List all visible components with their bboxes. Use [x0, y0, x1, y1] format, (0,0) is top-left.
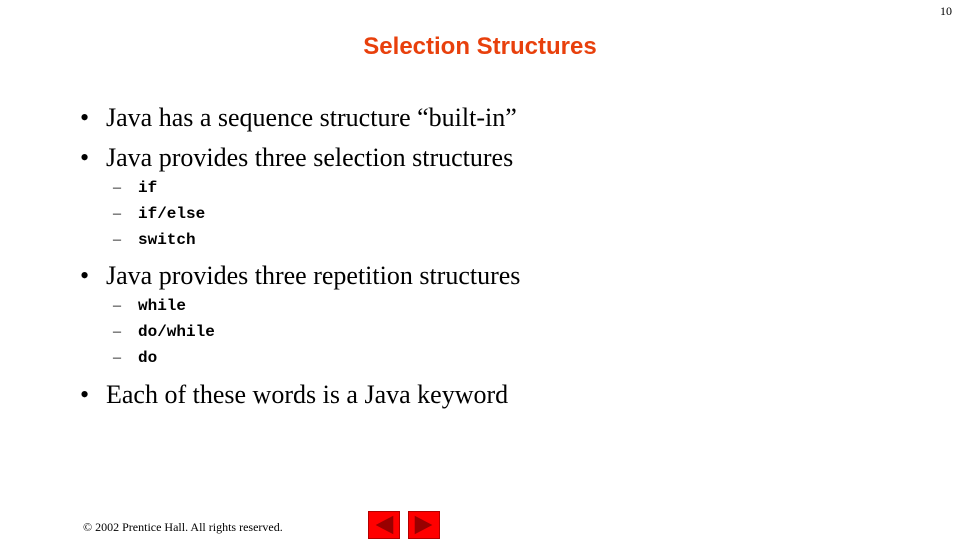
keyword-do: do — [138, 349, 158, 367]
bullet-glyph: • — [80, 143, 90, 172]
dash-glyph: – — [113, 231, 121, 248]
copyright-footer: © 2002 Prentice Hall. All rights reserve… — [83, 520, 283, 534]
sub-item: – while — [113, 296, 186, 316]
bullet-text: Java provides three repetition structure… — [106, 261, 521, 290]
sub-item: – if/else — [113, 204, 205, 224]
dash-glyph: – — [113, 179, 121, 196]
bullet-item: • Each of these words is a Java keyword — [80, 380, 508, 410]
dash-glyph: – — [113, 349, 121, 366]
bullet-text: Each of these words is a Java keyword — [106, 380, 509, 409]
bullet-item: • Java provides three repetition structur… — [80, 261, 520, 291]
slide-title: Selection Structures — [363, 33, 597, 60]
triangle-right-icon — [414, 515, 433, 535]
dash-glyph: – — [113, 323, 121, 340]
sub-item: – do — [113, 348, 157, 368]
keyword-if: if — [138, 179, 158, 197]
sub-item: – switch — [113, 230, 196, 250]
dash-glyph: – — [113, 297, 121, 314]
keyword-switch: switch — [138, 231, 196, 249]
keyword-while: while — [138, 297, 187, 315]
dash-glyph: – — [113, 205, 121, 222]
bullet-glyph: • — [80, 380, 90, 409]
bullet-item: • Java has a sequence structure “built-in… — [80, 103, 517, 133]
sub-item: – do/while — [113, 322, 215, 342]
bullet-text: Java provides three selection structures — [106, 143, 514, 172]
bullet-glyph: • — [80, 103, 90, 132]
bullet-text: Java has a sequence structure “built-in” — [106, 103, 517, 132]
triangle-left-icon — [375, 515, 394, 535]
keyword-do-while: do/while — [138, 323, 215, 341]
keyword-if-else: if/else — [138, 205, 206, 223]
page-number: 10 — [940, 4, 952, 18]
next-slide-button[interactable] — [408, 511, 440, 539]
bullet-item: • Java provides three selection structure… — [80, 143, 513, 173]
sub-item: – if — [113, 178, 157, 198]
previous-slide-button[interactable] — [368, 511, 400, 539]
bullet-glyph: • — [80, 261, 90, 290]
